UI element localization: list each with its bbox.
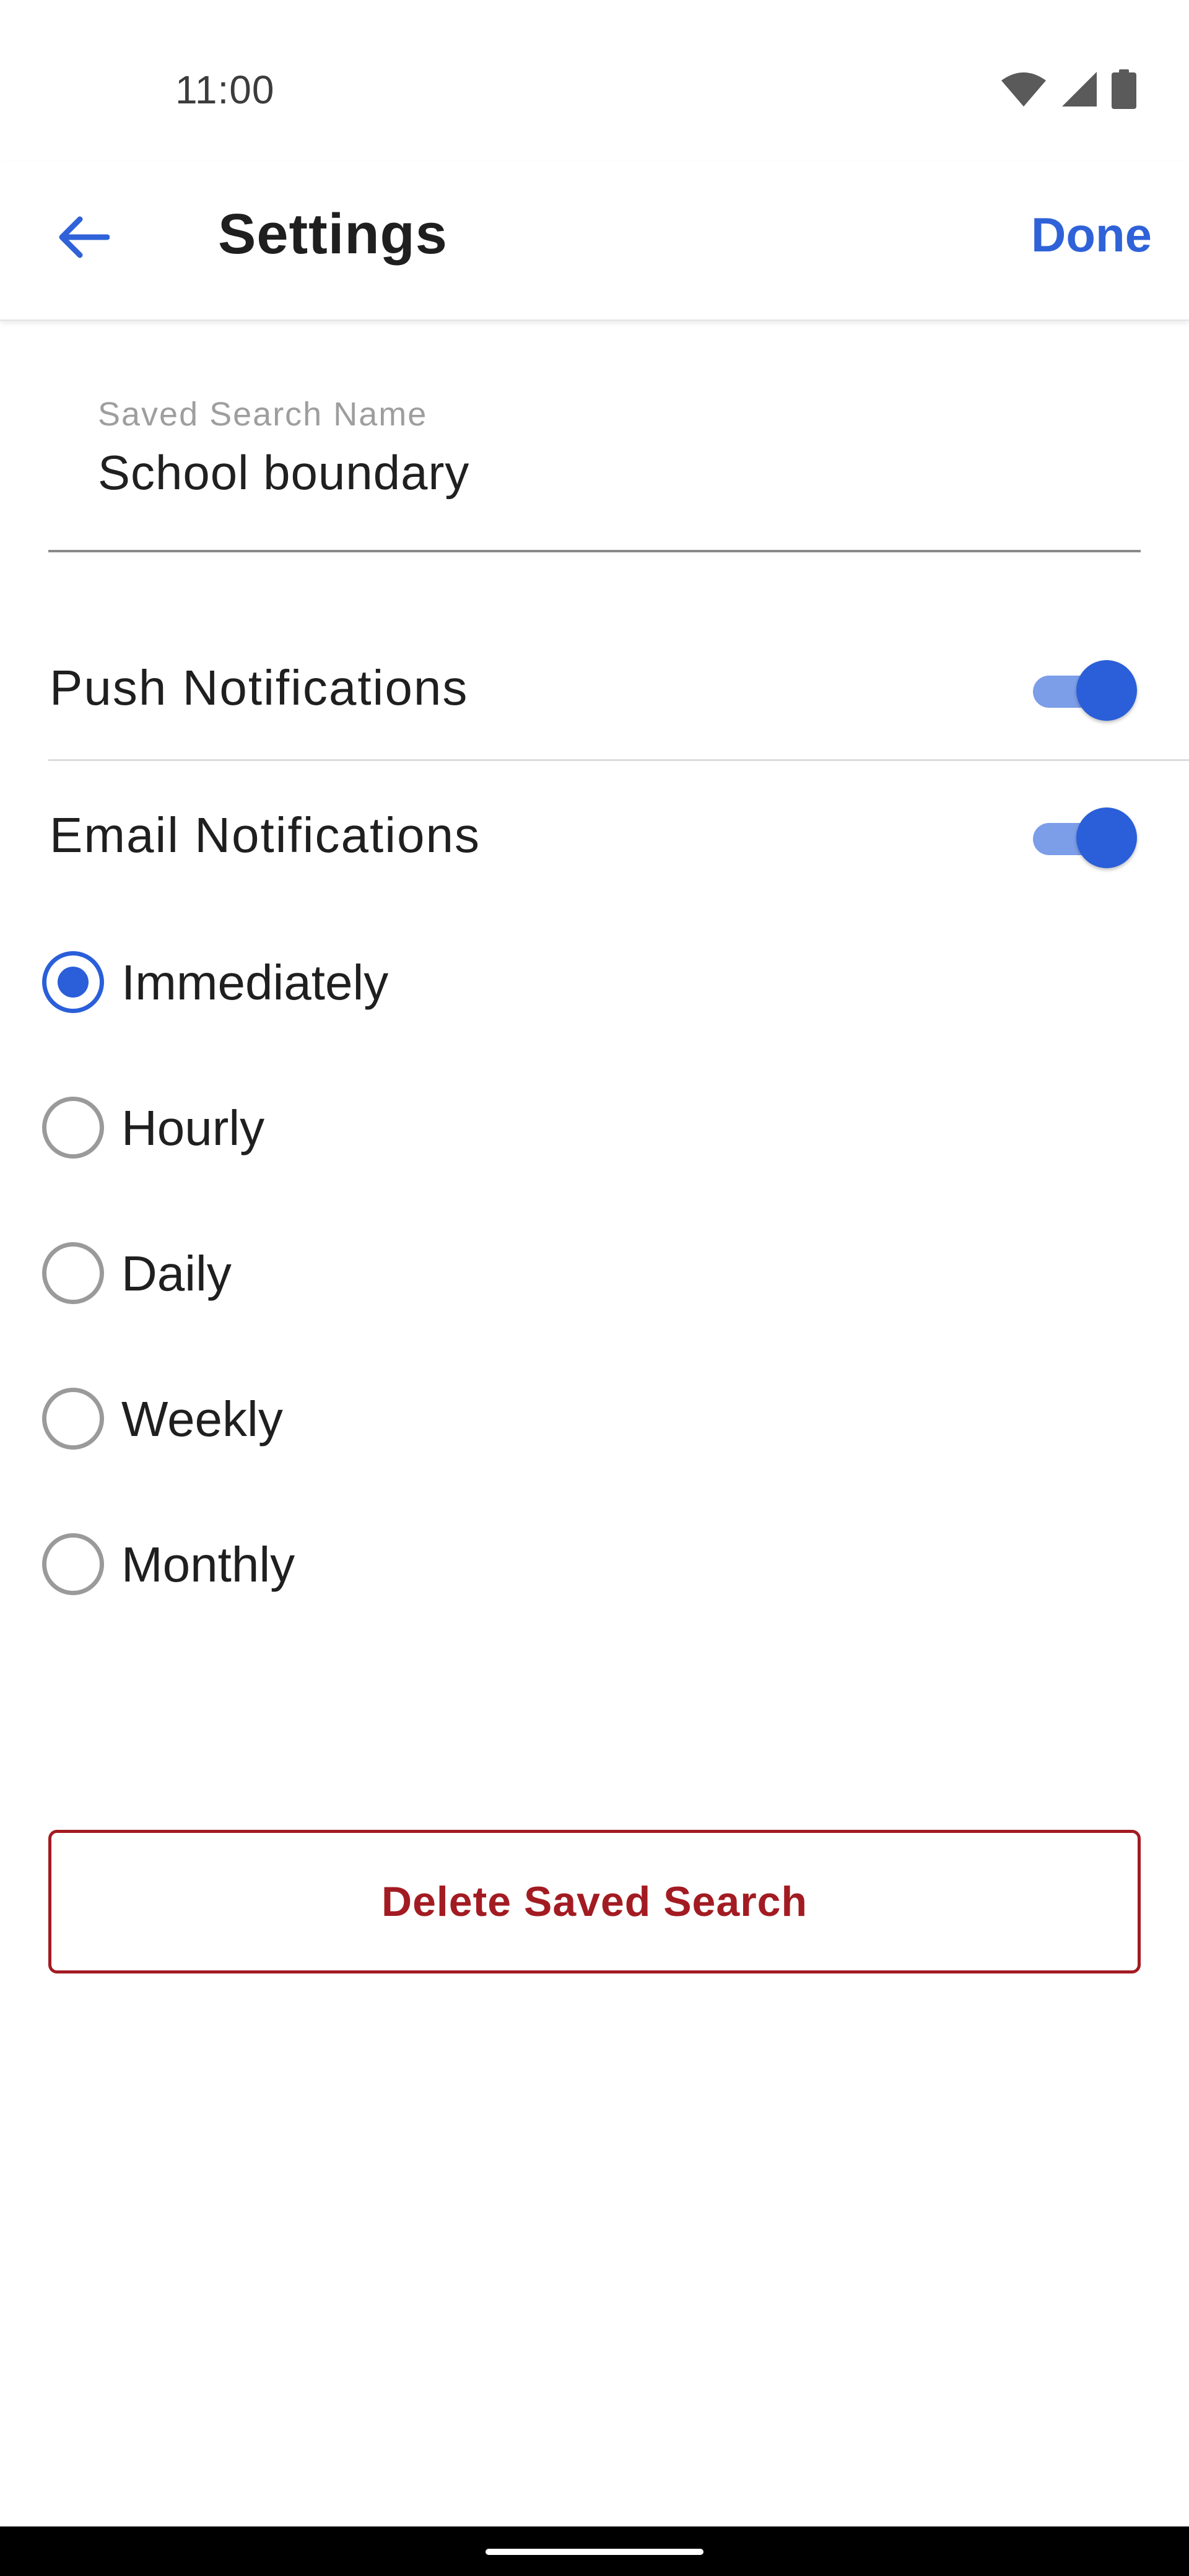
radio-option-daily[interactable]: Daily xyxy=(37,1215,533,1333)
email-notifications-row: Email Notifications xyxy=(0,764,1189,907)
cell-signal-icon xyxy=(1061,71,1098,108)
radio-label: Daily xyxy=(121,1246,232,1301)
radio-option-immediately[interactable]: Immediately xyxy=(37,924,533,1042)
radio-dot xyxy=(58,967,89,998)
email-notifications-switch[interactable] xyxy=(1033,807,1137,868)
wifi-icon xyxy=(1000,71,1047,108)
app-bar: Settings Done xyxy=(0,161,1189,321)
settings-screen: 11:00 Settings Done Saved Search Name Sc… xyxy=(0,0,1189,2576)
radio-selected-icon xyxy=(42,951,104,1013)
radio-label: Immediately xyxy=(121,955,389,1010)
push-notifications-switch[interactable] xyxy=(1033,660,1137,721)
saved-search-name-label: Saved Search Name xyxy=(98,396,428,433)
radio-unselected-icon xyxy=(42,1533,104,1595)
status-bar: 11:00 xyxy=(0,0,1189,161)
divider xyxy=(48,759,1189,761)
radio-unselected-icon xyxy=(42,1097,104,1159)
radio-option-weekly[interactable]: Weekly xyxy=(37,1360,533,1478)
email-notifications-label: Email Notifications xyxy=(50,807,481,863)
status-icons xyxy=(1000,69,1136,109)
page-title: Settings xyxy=(218,202,448,266)
arrow-left-icon xyxy=(58,215,110,262)
switch-thumb xyxy=(1076,807,1137,868)
delete-saved-search-label: Delete Saved Search xyxy=(381,1878,808,1925)
push-notifications-row: Push Notifications xyxy=(0,617,1189,759)
push-notifications-label: Push Notifications xyxy=(50,660,469,715)
radio-unselected-icon xyxy=(42,1242,104,1304)
radio-label: Weekly xyxy=(121,1391,283,1447)
home-indicator[interactable] xyxy=(486,2549,703,2555)
done-button[interactable]: Done xyxy=(1031,207,1152,263)
saved-search-name-input[interactable]: School boundary xyxy=(98,445,469,501)
saved-search-name-field[interactable]: Saved Search Name School boundary xyxy=(48,390,1141,552)
delete-saved-search-button[interactable]: Delete Saved Search xyxy=(48,1830,1141,1973)
navigation-bar xyxy=(0,2526,1189,2576)
back-button[interactable] xyxy=(50,204,118,272)
status-time: 11:00 xyxy=(175,67,275,112)
radio-unselected-icon xyxy=(42,1388,104,1450)
radio-label: Hourly xyxy=(121,1100,265,1155)
radio-label: Monthly xyxy=(121,1537,295,1592)
battery-icon xyxy=(1112,69,1136,109)
switch-thumb xyxy=(1076,660,1137,721)
radio-option-hourly[interactable]: Hourly xyxy=(37,1069,533,1187)
radio-option-monthly[interactable]: Monthly xyxy=(37,1506,533,1624)
